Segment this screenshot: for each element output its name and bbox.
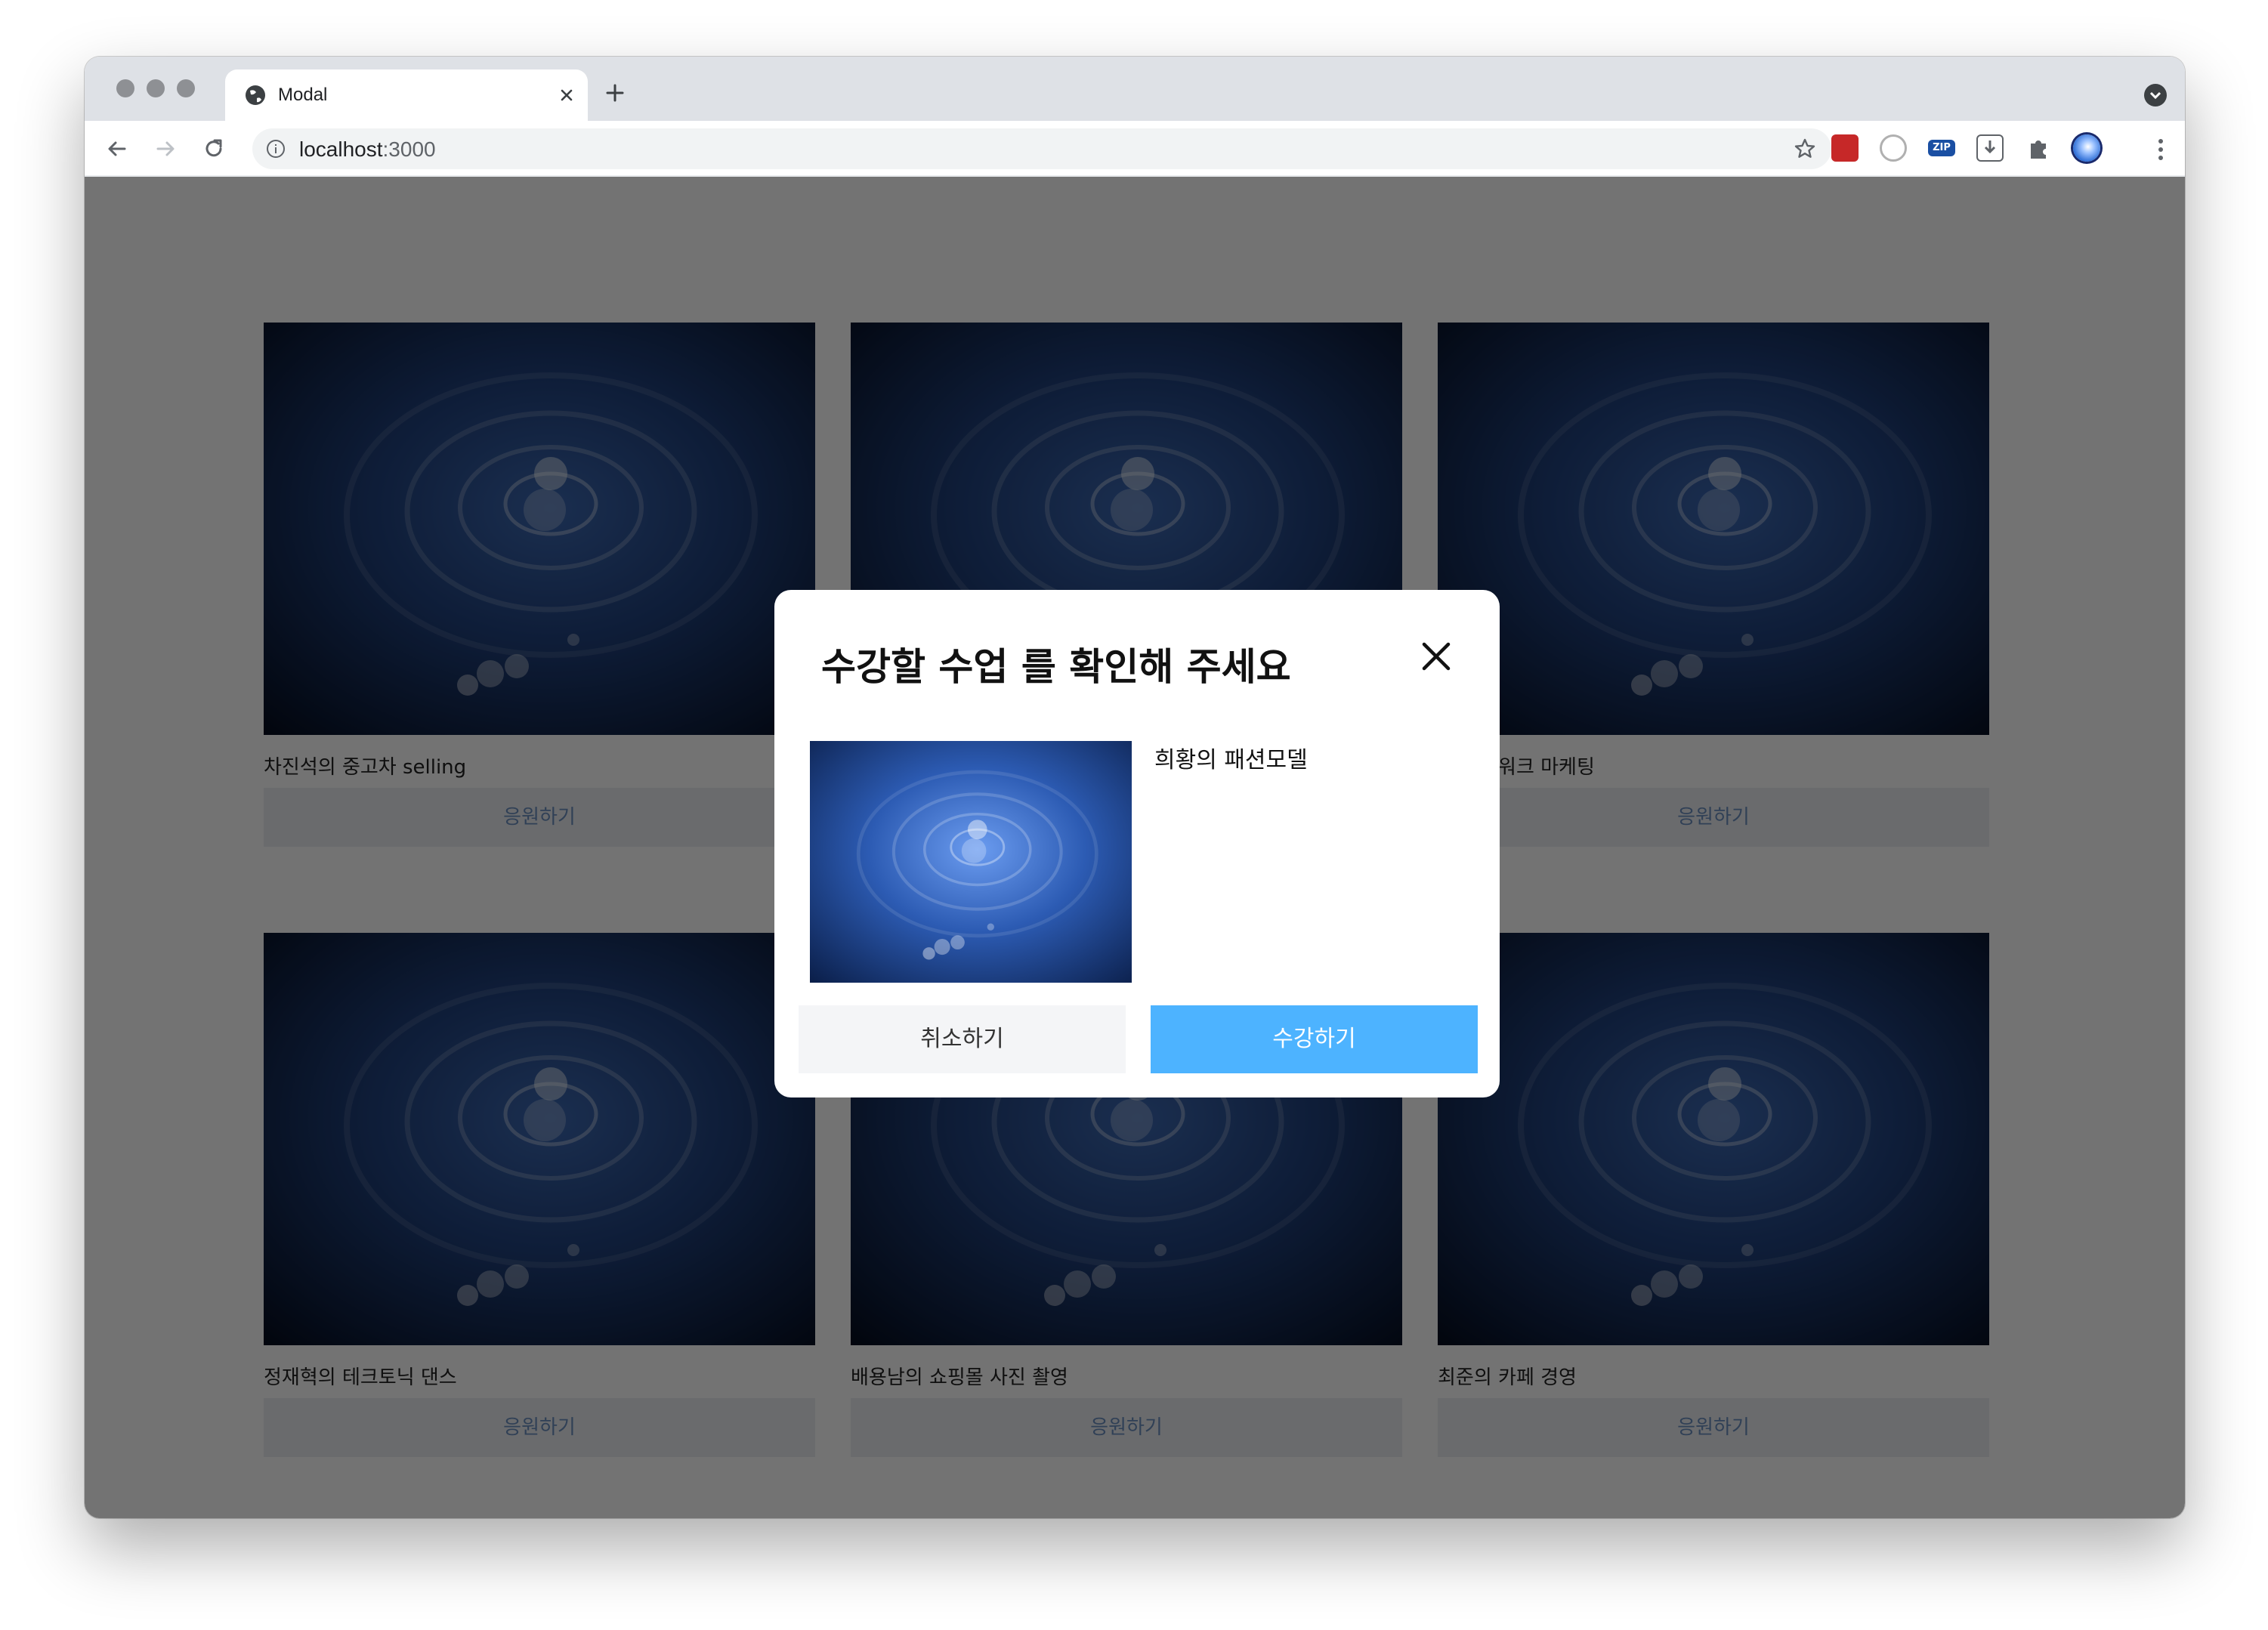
- page-content: 차진석의 중고차 selling응원하기의 네트워크 마케팅응원하기정재혁의 테…: [85, 177, 2185, 1518]
- bookmark-star-icon[interactable]: [1792, 136, 1818, 162]
- zip-extension-icon[interactable]: ZIP: [1928, 140, 1955, 156]
- kebab-menu-icon[interactable]: [2156, 137, 2165, 162]
- url-port: :3000: [382, 137, 436, 161]
- tab-search-icon[interactable]: [2144, 84, 2167, 107]
- window-close-dot[interactable]: [116, 79, 134, 97]
- active-tab[interactable]: Modal: [225, 69, 588, 121]
- window-zoom-dot[interactable]: [177, 79, 195, 97]
- modal-title: 수강할 수업 를 확인해 주세요: [821, 645, 1291, 689]
- modal-course-image: [810, 741, 1132, 983]
- profile-avatar[interactable]: [2073, 134, 2100, 162]
- tab-strip: Modal: [85, 57, 2185, 121]
- tab-title: Modal: [278, 85, 328, 105]
- red-extension-icon[interactable]: [1831, 134, 1859, 162]
- target-extension-icon[interactable]: [1880, 134, 1907, 162]
- url-host: localhost: [299, 137, 383, 161]
- reload-icon[interactable]: [201, 136, 227, 162]
- download-extension-icon[interactable]: [1976, 134, 2004, 162]
- info-icon[interactable]: [266, 139, 286, 159]
- puzzle-extension-icon[interactable]: [2025, 134, 2052, 162]
- modal-close-icon[interactable]: [1420, 640, 1453, 673]
- enroll-button[interactable]: 수강하기: [1151, 1005, 1478, 1073]
- browser-toolbar: localhost:3000 ZIP: [85, 121, 2185, 177]
- new-tab-icon[interactable]: [603, 81, 627, 105]
- browser-window: Modal localhost:3000 ZIP 수강할 수업 를 확인해 주세…: [85, 57, 2185, 1518]
- modal-course-name: 희황의 패션모델: [1154, 747, 1308, 773]
- globe-icon: [246, 85, 265, 105]
- cancel-button[interactable]: 취소하기: [799, 1005, 1126, 1073]
- screenshot-stage: Modal localhost:3000 ZIP 수강할 수업 를 확인해 주세…: [0, 0, 2268, 1630]
- tab-close-icon[interactable]: [556, 85, 577, 106]
- url-text: localhost:3000: [299, 137, 436, 162]
- water-drop-image: [810, 741, 1132, 983]
- back-icon[interactable]: [104, 136, 130, 162]
- address-bar[interactable]: localhost:3000: [252, 128, 1831, 169]
- forward-icon[interactable]: [153, 136, 178, 162]
- enroll-modal: 수강할 수업 를 확인해 주세요 희황의 패션모델 취소하기 수강하기: [774, 590, 1500, 1097]
- window-minimize-dot[interactable]: [147, 79, 165, 97]
